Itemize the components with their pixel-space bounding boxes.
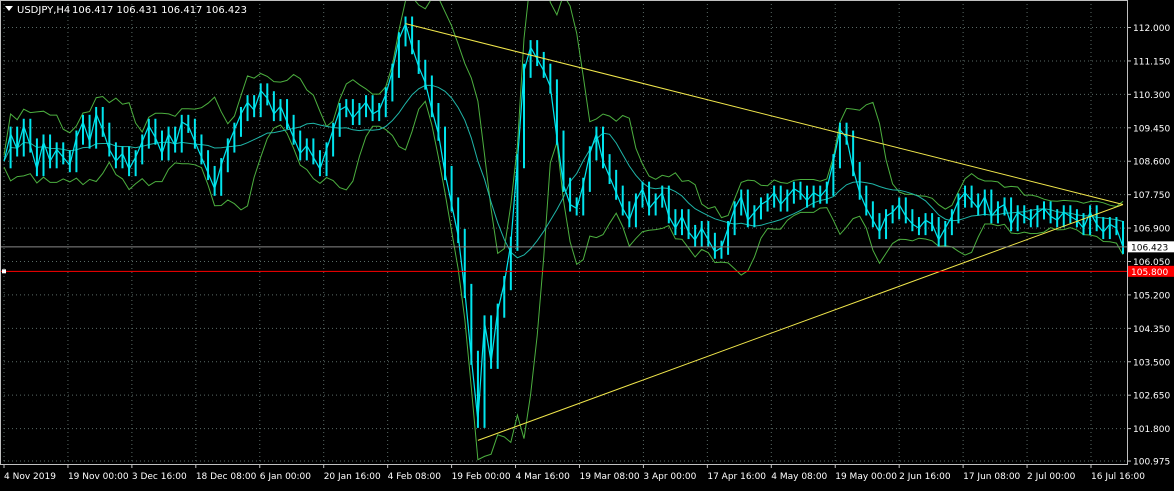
alert-price-text: 105.800 [1131,268,1168,278]
price-chart[interactable]: 112.000 111.150 110.300 109.450 108.600 107.7… [0,0,1174,486]
chart-canvas[interactable]: 112.000 111.150 110.300 109.450 108.600 107.7… [0,0,1174,486]
chart-header: USDJPY,H4 106.417 106.431 106.417 106.42… [5,5,247,16]
x-tick-label: 20 Jan 16:00 [324,472,381,482]
y-tick-label: 112.000 [1133,24,1170,34]
y-tick-label: 100.975 [1133,458,1170,468]
x-tick-label: 19 Feb 00:00 [452,472,511,482]
x-tick-label: 3 Dec 16:00 [132,472,187,482]
y-tick-label: 108.600 [1133,158,1170,168]
x-tick-label: 2 Jul 00:00 [1027,472,1076,482]
x-tick-label: 4 May 08:00 [771,472,827,482]
y-tick-label: 104.350 [1133,325,1170,335]
y-tick-label: 105.200 [1133,291,1170,301]
alert-line-handle[interactable] [2,269,6,274]
x-tick-label: 4 Mar 16:00 [516,472,571,482]
y-tick-label: 103.500 [1133,358,1170,368]
x-tick-label: 16 Jul 16:00 [1091,472,1145,482]
y-tick-label: 110.300 [1133,91,1170,101]
x-tick-label: 2 Jun 16:00 [899,472,951,482]
x-tick-label: 3 Apr 00:00 [643,472,696,482]
y-tick-label: 109.450 [1133,124,1170,134]
ohlc-label: 106.417 106.431 106.417 106.423 [72,5,247,16]
x-tick-label: 19 May 00:00 [835,472,897,482]
x-tick-label: 19 Nov 00:00 [68,472,129,482]
y-tick-label: 101.800 [1133,425,1170,435]
y-tick-label: 102.650 [1133,392,1170,402]
current-price-tag: 106.423 [1128,241,1174,253]
x-tick-label: 4 Feb 08:00 [388,472,442,482]
current-price-text: 106.423 [1131,243,1168,253]
x-tick-label: 17 Apr 16:00 [707,472,766,482]
x-tick-label: 6 Jan 00:00 [260,472,312,482]
y-tick-label: 106.900 [1133,225,1170,235]
x-tick-label: 4 Nov 2019 [4,472,56,482]
x-tick-label: 18 Dec 08:00 [196,472,257,482]
y-tick-label: 107.750 [1133,191,1170,201]
symbol-label: USDJPY,H4 [17,5,70,16]
y-tick-label: 111.150 [1133,57,1170,67]
chart-background [0,0,1174,486]
x-tick-label: 19 Mar 08:00 [579,472,639,482]
x-tick-label: 17 Jun 08:00 [963,472,1020,482]
